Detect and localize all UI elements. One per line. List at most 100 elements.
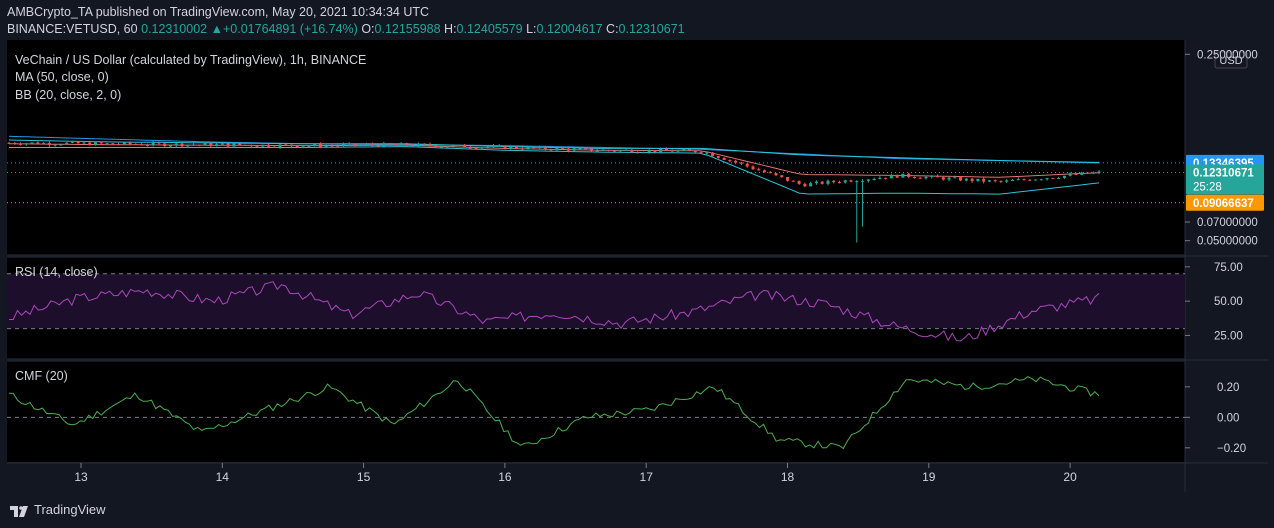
candle-body xyxy=(111,143,115,145)
publish-line: AMBCrypto_TA published on TradingView.co… xyxy=(7,5,429,19)
price-badge-label: 0.09066637 xyxy=(1193,198,1254,210)
candle-body xyxy=(964,178,968,181)
candle-body xyxy=(267,144,271,147)
cmf-tick-label: 0.00 xyxy=(1217,412,1239,424)
candle-body xyxy=(399,143,403,145)
cmf-legend[interactable]: CMF (20) xyxy=(15,369,68,383)
candle-body xyxy=(947,177,951,180)
candle-body xyxy=(393,144,397,146)
candle-body xyxy=(584,148,588,150)
candle-body xyxy=(203,143,207,145)
candle-body xyxy=(24,143,28,145)
candle-body xyxy=(1051,178,1055,180)
candle-body xyxy=(491,145,495,148)
rsi-tick-label: 75.00 xyxy=(1214,262,1243,274)
time-axis[interactable]: 13 14 15 16 17 18 19 20 xyxy=(74,463,1077,484)
candle-body xyxy=(601,149,605,151)
candle-body xyxy=(65,142,69,145)
candle-body xyxy=(878,177,882,179)
candle-body xyxy=(1016,179,1020,181)
candle-body xyxy=(814,181,818,184)
tradingview-logo-icon[interactable] xyxy=(9,502,29,518)
low-value: 0.12004617 xyxy=(536,22,603,36)
candle-body xyxy=(180,143,184,147)
candle-body xyxy=(232,143,236,147)
candle-body xyxy=(699,152,703,154)
published-text: published on TradingView.com, May 20, 20… xyxy=(95,5,430,19)
candle-body xyxy=(94,142,98,146)
candle-body xyxy=(99,142,103,144)
candle-body xyxy=(359,144,363,146)
candle-body xyxy=(36,142,40,145)
candle-body xyxy=(307,145,311,147)
cmf-pane[interactable] xyxy=(7,362,1185,462)
close-value: 0.12310671 xyxy=(618,22,685,36)
footer: TradingView xyxy=(0,492,1274,528)
price-tick-label: 0.07000000 xyxy=(1197,217,1258,229)
candle-body xyxy=(918,177,922,179)
cmf-axis[interactable]: 0.20 0.00 −0.20 xyxy=(1185,382,1246,455)
candle-body xyxy=(670,150,674,152)
candle-body xyxy=(688,149,692,151)
candle-body xyxy=(895,174,899,178)
candle-body xyxy=(936,175,940,178)
candle-body xyxy=(647,150,651,153)
candle-body xyxy=(1010,180,1014,182)
publisher-name[interactable]: AMBCrypto_TA xyxy=(7,5,92,19)
candle-body xyxy=(728,159,732,161)
candle-body xyxy=(134,143,138,145)
candle-body xyxy=(889,174,893,179)
rsi-legend[interactable]: RSI (14, close) xyxy=(15,265,98,279)
candle-body xyxy=(168,145,172,147)
candle-body xyxy=(543,146,547,150)
bb-legend[interactable]: BB (20, close, 2, 0) xyxy=(15,88,121,102)
time-tick-label: 13 xyxy=(74,470,88,484)
rsi-axis[interactable]: 75.00 50.00 25.00 xyxy=(1185,262,1243,343)
candle-body xyxy=(532,147,536,149)
candle-body xyxy=(411,145,415,147)
high-label: H: xyxy=(444,22,457,36)
candle-body xyxy=(820,181,824,184)
candle-body xyxy=(336,145,340,147)
candle-body xyxy=(388,143,392,145)
candle-body xyxy=(272,146,276,148)
brand-text[interactable]: TradingView xyxy=(34,502,106,517)
candle-body xyxy=(872,178,876,180)
candle-body xyxy=(907,173,911,177)
price-tick-label: 0.05000000 xyxy=(1197,236,1258,248)
candle-body xyxy=(220,143,224,145)
candle-body xyxy=(561,148,565,150)
candle-body xyxy=(1039,179,1043,181)
candle-body xyxy=(59,144,63,146)
candle-body xyxy=(284,144,288,146)
candle-body xyxy=(47,142,51,145)
candle-body xyxy=(693,150,697,153)
candle-body xyxy=(855,181,859,183)
trading-chart[interactable]: VeChain / US Dollar (calculated by Tradi… xyxy=(7,40,1268,492)
price-axis[interactable]: USD 0.250000000.070000000.050000000.1334… xyxy=(1185,49,1264,248)
countdown-label: 25:28 xyxy=(1193,182,1222,194)
candle-body xyxy=(19,143,23,145)
candle-body xyxy=(324,145,328,147)
candle-body xyxy=(751,166,755,170)
candle-body xyxy=(774,173,778,176)
candle-body xyxy=(105,143,109,145)
candle-body xyxy=(757,169,761,171)
ma-legend[interactable]: MA (50, close, 0) xyxy=(15,70,109,84)
candle-body xyxy=(618,150,622,152)
price-tick-label: 0.25000000 xyxy=(1197,49,1258,61)
rsi-tick-label: 25.00 xyxy=(1214,330,1243,342)
price-badge-label: 0.12310671 xyxy=(1193,168,1254,180)
candle-body xyxy=(659,148,663,153)
candle-body xyxy=(238,143,242,146)
candle-body xyxy=(953,177,957,179)
candle-body xyxy=(837,182,841,184)
candle-body xyxy=(313,144,317,146)
candle-body xyxy=(503,145,507,150)
candle-body xyxy=(791,180,795,182)
candle-body xyxy=(209,143,213,147)
candle-body xyxy=(509,146,513,150)
candle-body xyxy=(849,180,853,182)
time-tick-label: 15 xyxy=(357,470,371,484)
cmf-tick-label: 0.20 xyxy=(1217,382,1239,394)
